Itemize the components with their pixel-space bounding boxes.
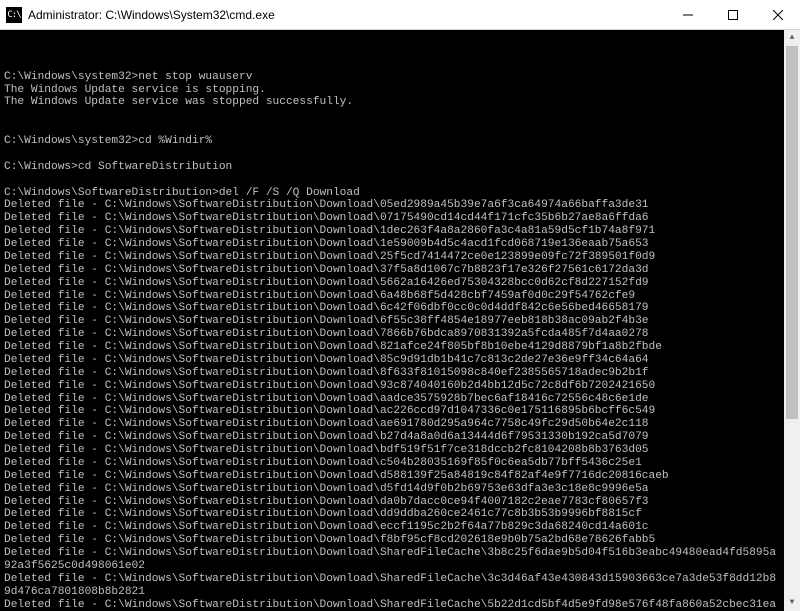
console-line: C:\Windows\SoftwareDistribution>del /F /… — [4, 187, 780, 200]
console-line: Deleted file - C:\Windows\SoftwareDistri… — [4, 444, 780, 457]
minimize-button[interactable] — [665, 0, 710, 29]
console-line: Deleted file - C:\Windows\SoftwareDistri… — [4, 534, 780, 547]
console-line: Deleted file - C:\Windows\SoftwareDistri… — [4, 431, 780, 444]
console-line: The Windows Update service is stopping. — [4, 84, 780, 97]
close-button[interactable] — [755, 0, 800, 29]
console-line: Deleted file - C:\Windows\SoftwareDistri… — [4, 251, 780, 264]
console-line: Deleted file - C:\Windows\SoftwareDistri… — [4, 315, 780, 328]
console-line: The Windows Update service was stopped s… — [4, 96, 780, 109]
console-line: Deleted file - C:\Windows\SoftwareDistri… — [4, 199, 780, 212]
scroll-up-arrow[interactable]: ▲ — [784, 30, 800, 46]
console-line: Deleted file - C:\Windows\SoftwareDistri… — [4, 212, 780, 225]
console-line — [4, 148, 780, 161]
console-line: Deleted file - C:\Windows\SoftwareDistri… — [4, 483, 780, 496]
console-line — [4, 174, 780, 187]
console-line — [4, 122, 780, 135]
console-line: Deleted file - C:\Windows\SoftwareDistri… — [4, 521, 780, 534]
console-line: Deleted file - C:\Windows\SoftwareDistri… — [4, 599, 780, 611]
scroll-track[interactable] — [784, 46, 800, 595]
titlebar-left: C:\ Administrator: C:\Windows\System32\c… — [6, 7, 275, 23]
console-line: C:\Windows\system32>cd %Windir% — [4, 135, 780, 148]
close-icon — [773, 10, 783, 20]
console-line: Deleted file - C:\Windows\SoftwareDistri… — [4, 418, 780, 431]
console-line: Deleted file - C:\Windows\SoftwareDistri… — [4, 380, 780, 393]
titlebar[interactable]: C:\ Administrator: C:\Windows\System32\c… — [0, 0, 800, 30]
console-line: Deleted file - C:\Windows\SoftwareDistri… — [4, 302, 780, 315]
console-line: Deleted file - C:\Windows\SoftwareDistri… — [4, 225, 780, 238]
maximize-icon — [728, 10, 738, 20]
console-line: Deleted file - C:\Windows\SoftwareDistri… — [4, 354, 780, 367]
scroll-down-arrow[interactable]: ▼ — [784, 595, 800, 611]
console-content: C:\Windows\system32>net stop wuauservThe… — [4, 58, 796, 611]
console-line: Deleted file - C:\Windows\SoftwareDistri… — [4, 238, 780, 251]
console-line: Deleted file - C:\Windows\SoftwareDistri… — [4, 264, 780, 277]
cmd-icon: C:\ — [6, 7, 22, 23]
console-line: Deleted file - C:\Windows\SoftwareDistri… — [4, 470, 780, 483]
console-line: Deleted file - C:\Windows\SoftwareDistri… — [4, 405, 780, 418]
console-line: C:\Windows>cd SoftwareDistribution — [4, 161, 780, 174]
maximize-button[interactable] — [710, 0, 755, 29]
console-line: Deleted file - C:\Windows\SoftwareDistri… — [4, 547, 780, 573]
console-line: Deleted file - C:\Windows\SoftwareDistri… — [4, 496, 780, 509]
console-line: Deleted file - C:\Windows\SoftwareDistri… — [4, 367, 780, 380]
console-line: Deleted file - C:\Windows\SoftwareDistri… — [4, 277, 780, 290]
titlebar-buttons — [665, 0, 800, 29]
scrollbar[interactable]: ▲ ▼ — [784, 30, 800, 611]
window-title: Administrator: C:\Windows\System32\cmd.e… — [28, 8, 275, 22]
console-line: Deleted file - C:\Windows\SoftwareDistri… — [4, 341, 780, 354]
console-line — [4, 109, 780, 122]
console-line: Deleted file - C:\Windows\SoftwareDistri… — [4, 328, 780, 341]
console-line: Deleted file - C:\Windows\SoftwareDistri… — [4, 457, 780, 470]
console-area[interactable]: C:\Windows\system32>net stop wuauservThe… — [0, 30, 800, 611]
console-line: C:\Windows\system32>net stop wuauserv — [4, 71, 780, 84]
console-line: Deleted file - C:\Windows\SoftwareDistri… — [4, 573, 780, 599]
console-line — [4, 58, 780, 71]
console-line: Deleted file - C:\Windows\SoftwareDistri… — [4, 393, 780, 406]
minimize-icon — [683, 10, 693, 20]
console-line: Deleted file - C:\Windows\SoftwareDistri… — [4, 290, 780, 303]
console-line: Deleted file - C:\Windows\SoftwareDistri… — [4, 508, 780, 521]
scroll-thumb[interactable] — [786, 46, 798, 419]
